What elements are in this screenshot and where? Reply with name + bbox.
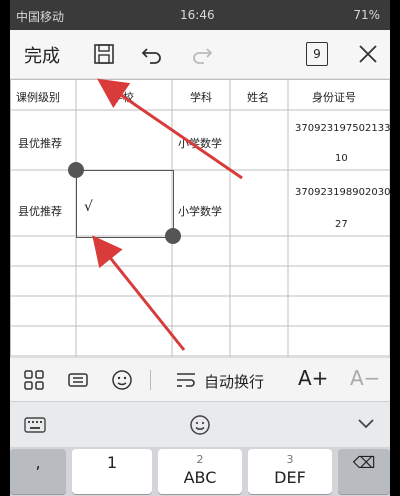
wrap-text-button[interactable]: 自动换行 xyxy=(204,371,264,392)
key-abc-number: 2 xyxy=(196,453,204,466)
comma-key-label: , xyxy=(35,453,41,472)
key-def[interactable]: 3 DEF xyxy=(248,449,332,494)
key-abc[interactable]: 2 ABC xyxy=(158,449,242,494)
format-bar: 自动换行 A+ A− xyxy=(10,357,390,402)
key-def-label: DEF xyxy=(274,468,306,487)
keyboard-icon[interactable] xyxy=(24,415,46,435)
smiley-icon[interactable] xyxy=(188,413,212,437)
keyboard-row: , 1 2 ABC 3 DEF ⌫ xyxy=(10,447,390,496)
grid-icon[interactable] xyxy=(22,368,46,392)
divider xyxy=(150,370,151,390)
font-decrease-icon[interactable]: A− xyxy=(350,366,380,390)
chevron-down-icon[interactable] xyxy=(356,417,376,431)
font-increase-icon[interactable]: A+ xyxy=(298,366,328,390)
arrow-to-save xyxy=(97,78,243,180)
backspace-icon: ⌫ xyxy=(352,453,376,472)
key-def-number: 3 xyxy=(286,453,294,466)
keyboard-switch-icon[interactable] xyxy=(66,368,90,392)
keyboard-toolbar xyxy=(10,401,390,448)
arrow-to-cell xyxy=(92,235,186,351)
key-1[interactable]: 1 xyxy=(72,449,152,494)
key-1-label: 1 xyxy=(106,453,118,472)
phone-screen: 中国移动 16:46 71% 完成 9 课例级别 学科 姓名 身份证号 县优推荐… xyxy=(10,0,390,496)
backspace-key[interactable]: ⌫ xyxy=(338,449,390,494)
wrap-icon[interactable] xyxy=(174,368,198,392)
key-abc-label: ABC xyxy=(183,468,217,487)
comma-key[interactable]: , xyxy=(10,449,66,494)
emoji-icon[interactable] xyxy=(110,368,134,392)
